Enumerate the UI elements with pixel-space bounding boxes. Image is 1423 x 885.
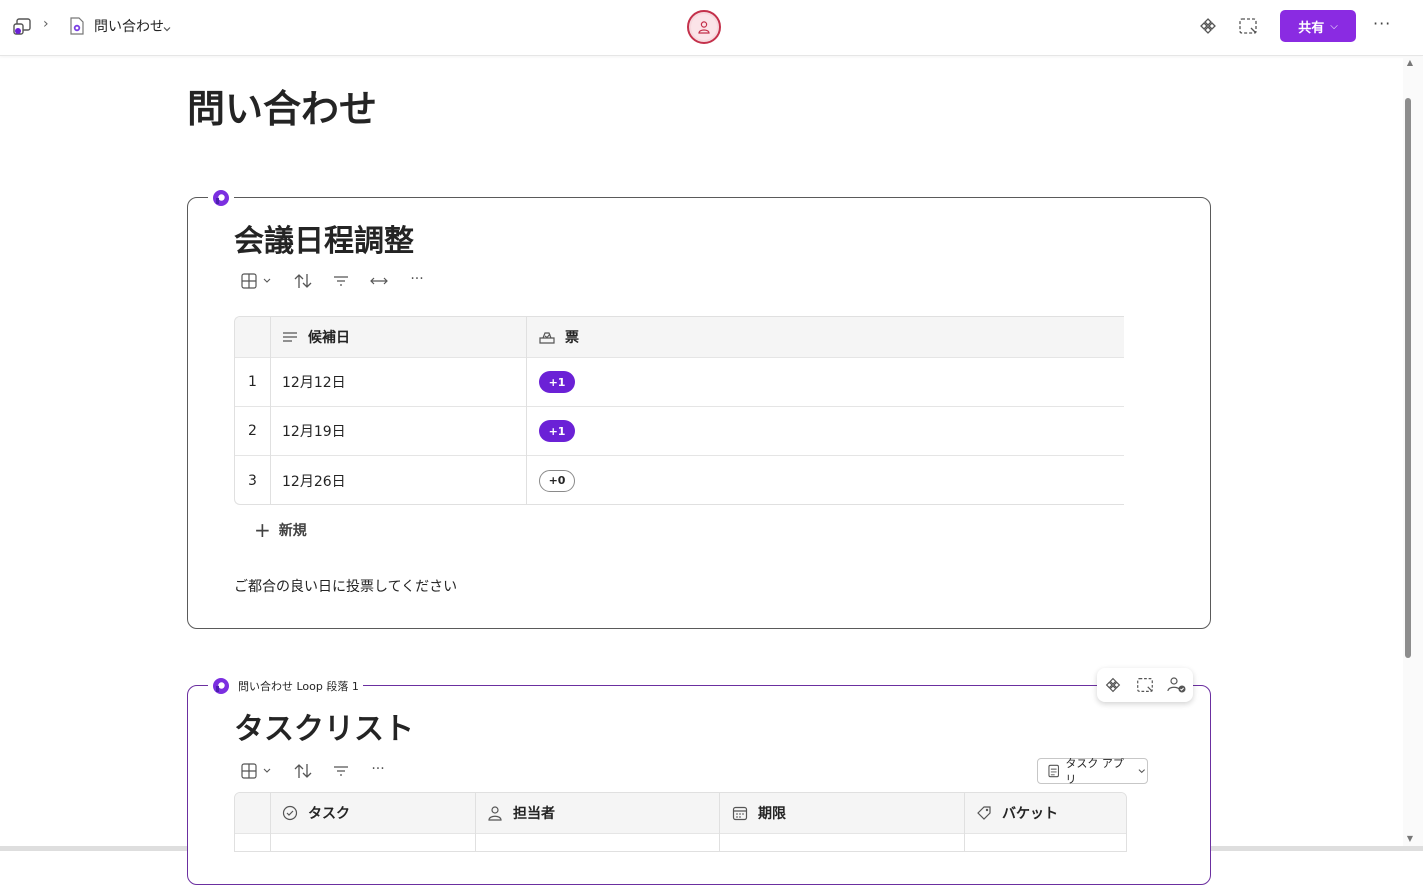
schedule-title[interactable]: 会議日程調整 (234, 216, 414, 260)
filter-icon[interactable] (330, 270, 352, 292)
column-divider (719, 793, 720, 851)
people-check-icon[interactable] (1166, 674, 1188, 696)
share-button[interactable]: 共有 ⌵ (1280, 10, 1356, 42)
table-view-icon[interactable] (239, 760, 275, 782)
person-icon (698, 21, 710, 34)
table-row[interactable]: 1 12月12日 +1 (235, 358, 1124, 407)
person-icon (488, 806, 502, 821)
scroll-down-arrow-icon[interactable]: ▼ (1403, 834, 1417, 846)
add-row-button[interactable]: + 新規 (254, 518, 307, 542)
chevron-down-icon: ⌵ (1330, 20, 1338, 32)
chevron-down-icon (1139, 769, 1146, 774)
row-number: 1 (248, 374, 257, 390)
column-header-date[interactable]: 候補日 (282, 317, 350, 357)
column-divider (270, 317, 271, 504)
task-app-icon (1048, 764, 1059, 778)
column-width-icon[interactable] (368, 270, 390, 292)
column-header-label: タスク (308, 806, 350, 822)
column-header-label: 担当者 (513, 806, 555, 822)
loop-logo-icon[interactable] (208, 186, 234, 210)
loop-app-icon[interactable] (12, 16, 34, 38)
tasklist-title[interactable]: タスクリスト (234, 704, 414, 748)
collaborator-avatar[interactable] (687, 10, 721, 44)
workspace-icon[interactable] (1134, 674, 1156, 696)
task-app-button[interactable]: タスク アプリ (1037, 757, 1148, 786)
row-number: 3 (248, 472, 257, 489)
vote-button[interactable]: +1 (539, 420, 575, 442)
date-cell[interactable]: 12月19日 (282, 407, 346, 455)
column-divider (964, 793, 965, 851)
schedule-note[interactable]: ご都合の良い日に投票してください (234, 576, 457, 596)
add-row-label: 新規 (278, 523, 307, 539)
breadcrumb-page-title[interactable]: 問い合わせ (94, 16, 164, 36)
schedule-table: 候補日 票 1 12月12日 +1 2 12月19日 +1 3 12月26日 +… (234, 316, 1124, 505)
column-header-vote[interactable]: 票 (539, 317, 579, 357)
column-header-bucket[interactable]: バケット (976, 793, 1058, 833)
check-circle-icon (282, 805, 298, 821)
more-options-icon[interactable]: ··· (367, 758, 389, 780)
column-header-label: 候補日 (308, 330, 350, 346)
column-divider (270, 793, 271, 851)
vote-button[interactable]: +0 (539, 469, 575, 492)
breadcrumb-separator: › (43, 16, 49, 32)
table-row[interactable]: 2 12月19日 +1 (235, 407, 1124, 456)
scroll-up-arrow-icon[interactable]: ▲ (1403, 58, 1417, 70)
sort-icon[interactable] (292, 760, 314, 782)
column-header-label: バケット (1002, 806, 1058, 822)
column-header-task[interactable]: タスク (282, 793, 350, 833)
column-header-due[interactable]: 期限 (732, 793, 786, 833)
components-icon[interactable] (1102, 674, 1124, 696)
table-header-row: 候補日 票 (235, 317, 1124, 358)
sort-icon[interactable] (292, 270, 314, 292)
scrollbar-thumb[interactable] (1405, 98, 1411, 658)
components-icon[interactable] (1197, 15, 1219, 37)
calendar-icon (732, 806, 748, 821)
share-label: 共有 (1298, 19, 1325, 35)
text-column-icon (283, 332, 297, 342)
tasklist-table: タスク 担当者 期限 バケット (234, 792, 1127, 852)
table-header-row: タスク 担当者 期限 バケット (235, 793, 1126, 834)
page-icon (70, 17, 84, 35)
column-header-label: 票 (565, 330, 579, 346)
column-divider (475, 793, 476, 851)
column-header-assignee[interactable]: 担当者 (487, 793, 555, 833)
task-app-label: タスク アプリ (1065, 757, 1124, 786)
column-header-label: 期限 (758, 806, 786, 822)
date-cell[interactable]: 12月26日 (282, 456, 346, 504)
filter-icon[interactable] (330, 760, 352, 782)
more-options-icon[interactable]: ··· (1373, 14, 1391, 33)
vote-icon (539, 332, 555, 344)
component-toolbar (1097, 668, 1193, 702)
chevron-down-icon[interactable] (162, 19, 172, 32)
table-view-icon[interactable] (239, 270, 275, 292)
date-cell[interactable]: 12月12日 (282, 358, 346, 406)
component-label[interactable]: 問い合わせ Loop 段落 1 (234, 678, 363, 694)
table-row[interactable]: 3 12月26日 +0 (235, 456, 1124, 504)
plus-icon: + (254, 518, 271, 542)
more-options-icon[interactable]: ··· (406, 268, 428, 290)
row-number: 2 (248, 423, 257, 439)
column-divider (526, 317, 527, 504)
loop-logo-icon[interactable] (208, 674, 234, 698)
top-bar: › 問い合わせ 共有 ⌵ ··· (0, 0, 1423, 56)
workspace-icon[interactable] (1237, 15, 1259, 37)
tag-icon (977, 806, 991, 820)
page-title[interactable]: 問い合わせ (187, 78, 377, 133)
vote-button[interactable]: +1 (539, 371, 575, 393)
